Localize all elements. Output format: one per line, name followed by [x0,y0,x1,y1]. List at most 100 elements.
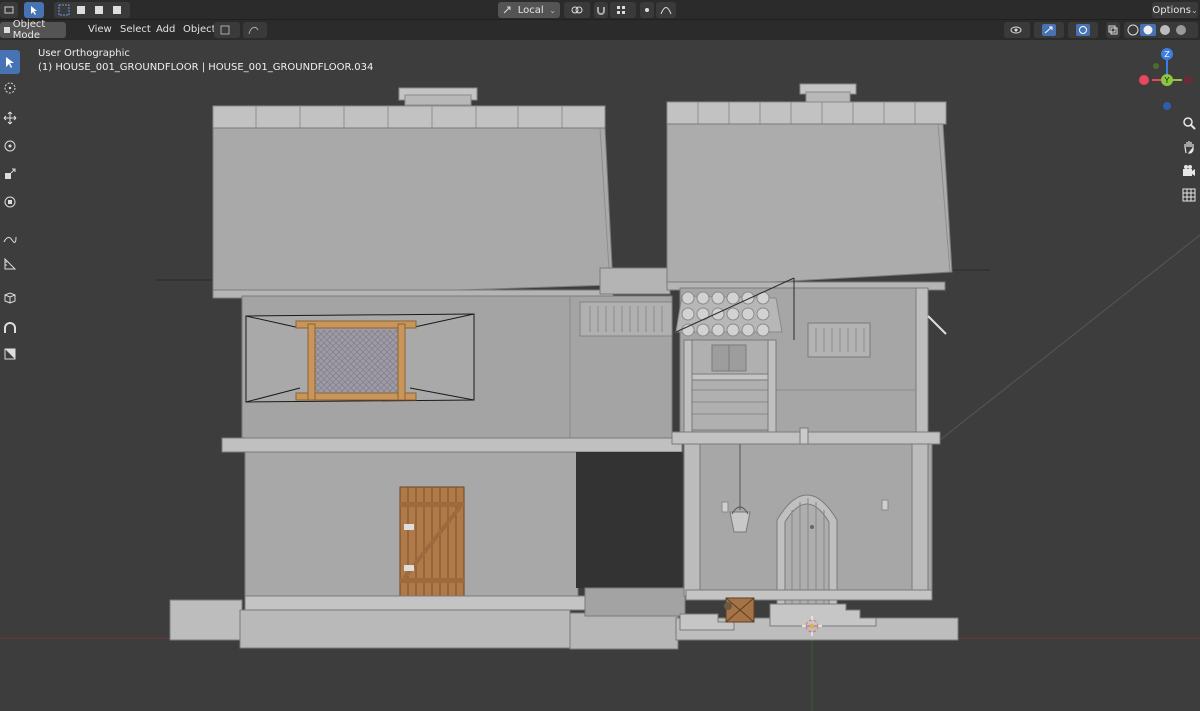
object-data-dropdown[interactable] [214,22,240,38]
viewport-canvas[interactable] [0,40,1200,711]
overlay-icon [1076,24,1090,36]
balcony [683,339,777,439]
object-info: (1) HOUSE_001_GROUNDFLOOR | HOUSE_001_GR… [38,62,374,73]
spin-icon [4,322,16,333]
selection-mode-icons [58,4,121,16]
bucket [729,511,751,533]
neg-y-axis-handle [1153,63,1159,69]
magnet-icon [597,7,605,15]
tool-annotate[interactable] [0,226,20,250]
tool-shear[interactable] [0,342,20,366]
mesh-icon [220,25,230,35]
transform-icon [4,196,16,208]
menu-view[interactable]: View [88,24,112,35]
perspective-toggle-button[interactable] [1180,186,1198,204]
pivot-point-dropdown[interactable] [564,2,590,18]
y-axis-label: Y [1164,76,1170,85]
measure-icon [4,257,17,270]
neg-x-axis-handle [1184,76,1192,84]
menu-object[interactable]: Object [183,24,216,35]
rotate-icon [4,140,16,152]
curve-icon [248,26,259,35]
snap-grid-icon [617,6,625,14]
viewport-header: Object Mode View Select Add Object [0,19,1200,41]
chevron-down-icon: ⌄ [1190,5,1198,15]
falloff-dropdown[interactable] [656,2,676,18]
tool-add-cube[interactable] [0,286,20,310]
neg-z-axis-handle [1163,102,1171,110]
falloff-curve-icon [660,7,672,15]
x-axis-handle [1139,75,1149,85]
snap-target-dropdown[interactable] [610,2,636,18]
view-name: User Orthographic [38,48,130,59]
roof-connector [599,267,671,295]
snap-toggle[interactable] [594,2,608,18]
tool-move[interactable] [0,106,20,130]
tool-rotate[interactable] [0,134,20,158]
cursor-arrow-icon [31,6,37,15]
select-box-icon [6,57,14,68]
shading-mode-group[interactable] [1124,22,1198,38]
right-foundation [675,597,959,641]
left-roof [212,87,614,299]
house-model [169,83,959,650]
arched-door [776,494,838,605]
select-mode-button[interactable] [24,2,44,18]
editor-type-button[interactable] [0,2,18,18]
options-label: Options [1152,4,1191,16]
tool-measure[interactable] [0,252,20,276]
tool-select-box[interactable] [0,50,20,74]
wooden-door [399,486,465,598]
xray-icon [1108,25,1118,35]
camera-icon [1183,165,1195,176]
transform-orientation-dropdown[interactable]: Local ⌄ [498,2,560,18]
chevron-down-icon: ⌄ [549,5,556,15]
annotate-icon [3,236,17,243]
zoom-icon [1183,117,1196,130]
xray-toggle[interactable] [1106,22,1120,38]
proportional-dot-icon [645,8,649,12]
overlay-toggle[interactable] [1068,22,1098,38]
tool-transform[interactable] [0,190,20,214]
pan-button[interactable] [1180,138,1198,156]
grid-icon [1182,188,1196,202]
transform-orientation-value: Local [517,4,544,16]
object-mode-icon [4,27,10,33]
add-cube-icon [4,292,16,304]
move-icon [3,111,17,125]
proportional-editing-toggle[interactable] [640,2,654,18]
menu-add[interactable]: Add [156,24,175,35]
right-ground-floor [683,443,933,605]
orientation-icon [503,6,511,14]
zoom-button[interactable] [1180,114,1198,132]
navigation-gizmo[interactable]: Z Y [1130,44,1200,114]
link-dropdown[interactable] [243,22,267,38]
visibility-dropdown[interactable] [1004,22,1030,38]
menu-select[interactable]: Select [120,24,151,35]
scale-icon [5,168,16,179]
mode-dropdown[interactable]: Object Mode [0,19,66,41]
tool-cursor[interactable] [0,76,20,100]
cursor-icon [4,82,16,94]
selection-mode-group[interactable] [54,2,130,18]
grid-line [939,234,1200,441]
editor-type-icon [4,6,14,14]
wooden-crate [724,597,755,623]
pivot-icon [571,6,583,14]
left-ground-floor [244,451,682,611]
tool-spin[interactable] [0,316,20,340]
gizmo-toggle[interactable] [1034,22,1064,38]
left-ledge [221,437,683,453]
selected-window [245,313,475,403]
options-dropdown[interactable]: Options ⌄ [1152,2,1198,18]
pan-hand-icon [1184,141,1194,154]
camera-view-button[interactable] [1180,162,1198,180]
tool-scale[interactable] [0,162,20,186]
tool-header: Local ⌄ Options ⌄ [0,0,1200,20]
gizmo-arrow-icon [1042,24,1056,36]
right-roof [666,83,953,291]
shading-mode-icons [1127,24,1186,36]
z-axis-label: Z [1164,50,1170,59]
mode-label: Object Mode [12,19,46,41]
eye-icon [1010,26,1022,34]
